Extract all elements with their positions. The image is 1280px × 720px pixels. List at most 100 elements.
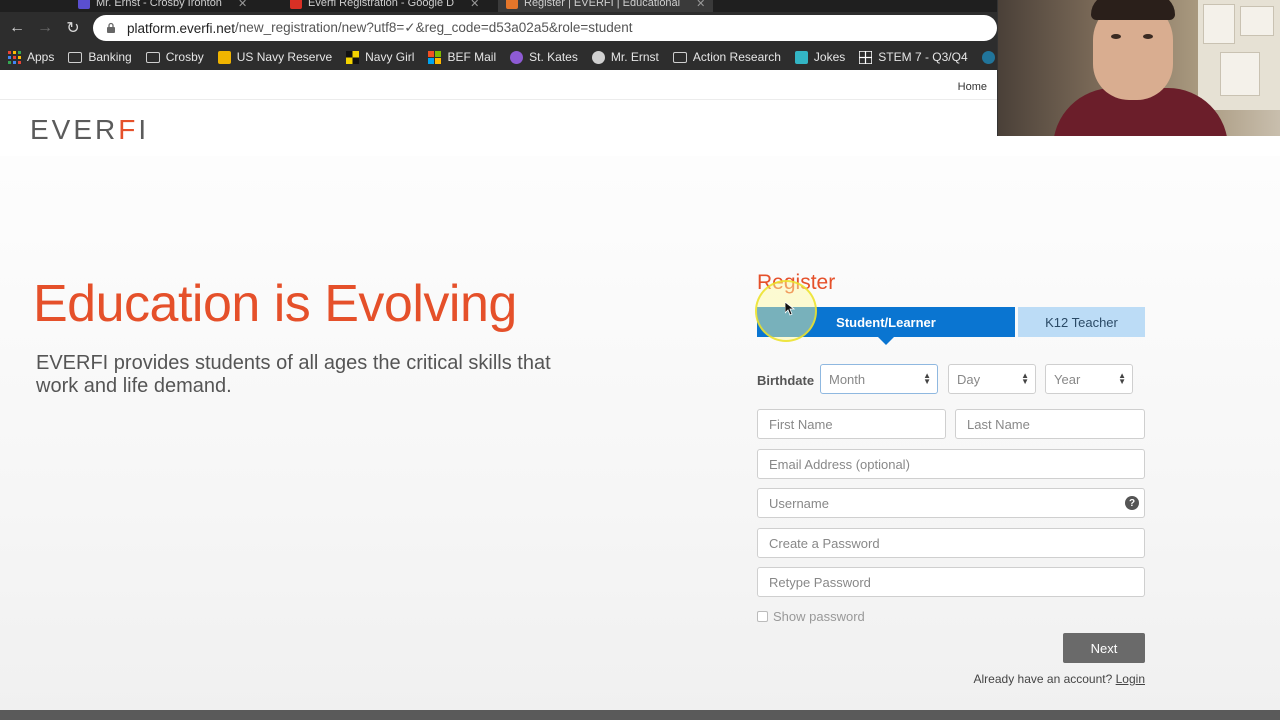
select-value: Month [829, 371, 866, 387]
last-name-field[interactable]: Last Name [955, 409, 1145, 439]
footer-strip [0, 710, 1280, 720]
bookmark-crosby[interactable]: Crosby [145, 50, 204, 64]
url-host: platform.everfi.net [127, 20, 236, 36]
posted-paper [1240, 6, 1274, 36]
lock-icon [107, 22, 115, 33]
retype-password-field[interactable]: Retype Password [757, 567, 1145, 597]
bookmark-label: Banking [88, 50, 132, 64]
wordpress-icon [981, 50, 995, 64]
browser-tab[interactable]: Mr. Ernst - Crosby Ironton ✕ [78, 0, 247, 12]
bookmark-jokes[interactable]: Jokes [794, 50, 846, 64]
close-tab-icon[interactable]: ✕ [470, 0, 479, 10]
placeholder: Last Name [967, 416, 1030, 432]
bookmark-label: Crosby [165, 50, 204, 64]
first-name-field[interactable]: First Name [757, 409, 946, 439]
bookmark-navy-girl[interactable]: Navy Girl [346, 50, 414, 64]
birthdate-label: Birthdate [757, 373, 815, 388]
folder-icon [68, 51, 83, 63]
checker-icon [346, 50, 360, 64]
mouse-cursor-icon [785, 302, 795, 316]
bookmark-label: BEF Mail [447, 50, 497, 64]
login-prompt-text: Already have an account? [973, 672, 1113, 686]
username-field[interactable]: Username ? [757, 488, 1145, 518]
bookmark-label: Navy Girl [365, 50, 415, 64]
url-path: /new_registration/new?utf8=✓&reg_code=d5… [235, 20, 633, 35]
birth-year-select[interactable]: Year ▲ ▼ [1045, 364, 1133, 394]
select-value: Day [957, 371, 981, 387]
tab-title: Register | EVERFI | Educational [524, 0, 681, 9]
checkbox-icon[interactable] [757, 611, 768, 622]
bookmark-st-kates[interactable]: St. Kates [510, 50, 578, 64]
bookmark-action-research[interactable]: Action Research [672, 50, 781, 64]
tab-title: Mr. Ernst - Crosby Ironton [96, 0, 222, 9]
email-field[interactable]: Email Address (optional) [757, 449, 1145, 479]
posted-paper [1220, 52, 1260, 96]
logo-text: EVER [30, 114, 119, 145]
bookmark-banking[interactable]: Banking [68, 50, 132, 64]
tab-title: Everfi Registration - Google D [308, 0, 455, 9]
tab-k12-teacher[interactable]: K12 Teacher [1018, 307, 1145, 337]
hero-subtitle: EVERFI provides students of all ages the… [36, 352, 551, 397]
password-field[interactable]: Create a Password [757, 528, 1145, 558]
placeholder: Username [769, 495, 829, 511]
bookmark-label: US Navy Reserve [236, 50, 333, 64]
placeholder: First Name [769, 416, 833, 432]
login-prompt: Already have an account? Login [974, 672, 1145, 686]
close-tab-icon[interactable]: ✕ [696, 0, 705, 10]
placeholder: Retype Password [769, 574, 871, 590]
navy-icon [217, 50, 231, 64]
bookmark-label: St. Kates [529, 50, 578, 64]
jokes-icon [794, 50, 808, 64]
bookmark-label: Mr. Ernst [610, 50, 659, 64]
hero-title: Education is Evolving [33, 275, 517, 333]
folder-icon [672, 51, 687, 63]
globe-icon [510, 50, 524, 64]
globe-icon [591, 50, 605, 64]
address-bar[interactable]: platform.everfi.net/new_registration/new… [93, 15, 997, 41]
placeholder: Email Address (optional) [769, 456, 910, 472]
home-link[interactable]: Home [958, 81, 987, 93]
close-tab-icon[interactable]: ✕ [238, 0, 247, 10]
bookmark-apps[interactable]: Apps [8, 50, 54, 64]
logo-accent: F [118, 114, 139, 145]
login-link[interactable]: Login [1116, 672, 1145, 686]
placeholder: Create a Password [769, 535, 880, 551]
person-eye [1143, 34, 1153, 39]
bookmark-mr-ernst[interactable]: Mr. Ernst [591, 50, 659, 64]
windows-icon [428, 50, 442, 64]
logo-text-end: I [138, 114, 150, 145]
posted-paper [1203, 4, 1235, 44]
show-password-label: Show password [773, 609, 865, 624]
select-arrows-icon: ▲ ▼ [1021, 371, 1029, 386]
browser-tab[interactable]: Everfi Registration - Google D ✕ [290, 0, 479, 12]
back-arrow-icon[interactable]: ← [4, 15, 30, 41]
bookmark-label: Apps [27, 50, 55, 64]
person-eye [1111, 34, 1121, 39]
folder-icon [145, 51, 160, 63]
reload-icon[interactable]: ↻ [60, 15, 86, 41]
tab-favicon-icon [290, 0, 302, 9]
everfi-logo[interactable]: EVERFI [30, 114, 149, 146]
birth-month-select[interactable]: Month ▲ ▼ [820, 364, 938, 394]
next-button[interactable]: Next [1063, 633, 1145, 663]
select-arrows-icon: ▲ ▼ [1118, 371, 1126, 386]
bookmark-label: STEM 7 - Q3/Q4 [878, 50, 968, 64]
forward-arrow-icon[interactable]: → [32, 15, 58, 41]
select-arrows-icon: ▲ ▼ [923, 371, 931, 386]
show-password-toggle[interactable]: Show password [757, 609, 865, 624]
everfi-register-page: Home EVERFI Education is Evolving EVERFI… [0, 70, 1280, 720]
help-icon[interactable]: ? [1125, 496, 1139, 510]
tab-favicon-icon [78, 0, 90, 9]
birth-day-select[interactable]: Day ▲ ▼ [948, 364, 1036, 394]
bookmark-label: Jokes [813, 50, 846, 64]
select-value: Year [1054, 371, 1081, 387]
bookmark-stem7[interactable]: STEM 7 - Q3/Q4 [859, 50, 968, 64]
grid-icon [859, 50, 873, 64]
apps-grid-icon [8, 50, 21, 64]
tab-favicon-icon [506, 0, 518, 9]
person-hair [1091, 0, 1175, 20]
bookmark-us-navy-reserve[interactable]: US Navy Reserve [217, 50, 333, 64]
bookmark-bef-mail[interactable]: BEF Mail [428, 50, 496, 64]
browser-tab-active[interactable]: Register | EVERFI | Educational ✕ [498, 0, 714, 12]
bookmark-label: Action Research [692, 50, 781, 64]
